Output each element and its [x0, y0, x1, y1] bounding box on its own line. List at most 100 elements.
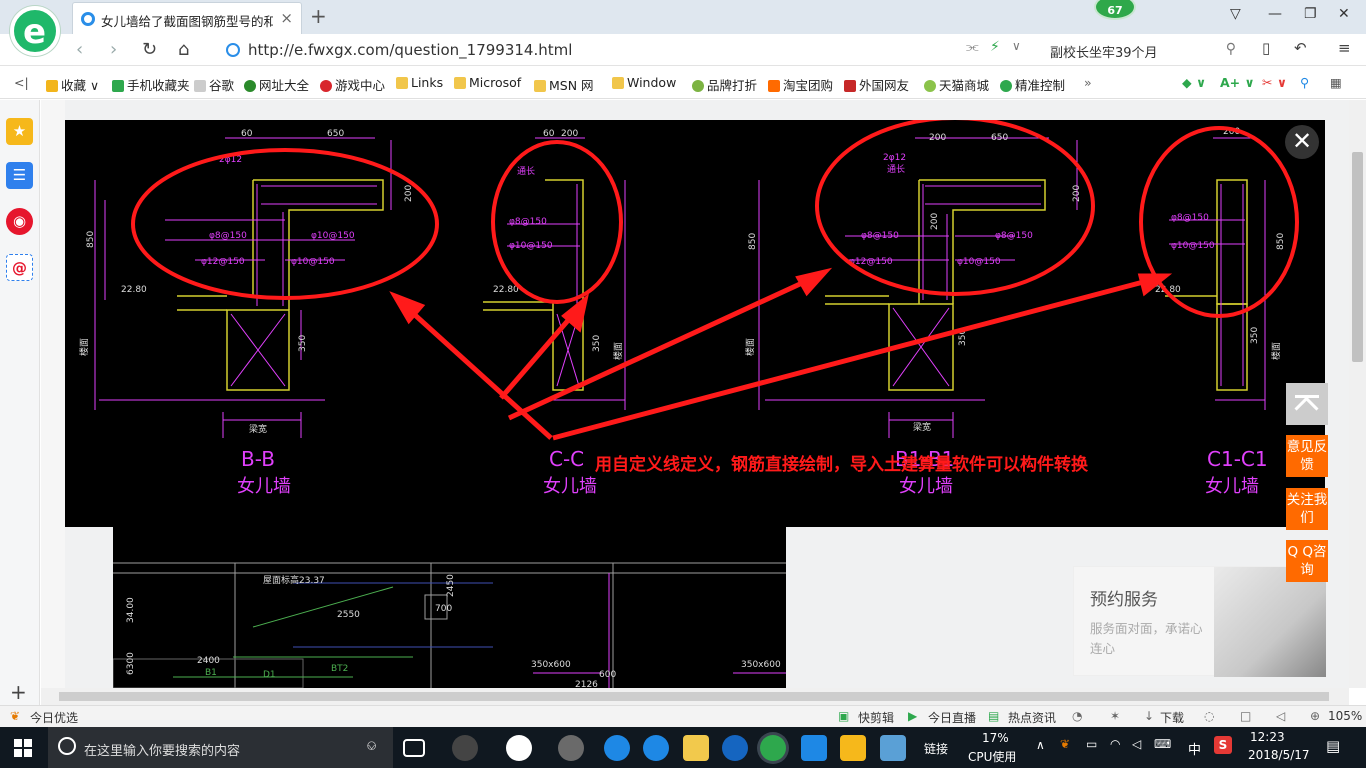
feedback-button[interactable]: 意见反馈 [1286, 435, 1328, 477]
collapse-sidebar-icon[interactable]: <| [14, 75, 29, 90]
speaker-icon[interactable]: ◁ [1132, 737, 1141, 751]
dim-label: 200 [561, 129, 578, 139]
translate-icon[interactable]: A+ ∨ [1220, 75, 1255, 90]
shield-icon[interactable]: ◆ ∨ [1182, 75, 1206, 90]
notes-app-icon[interactable] [840, 735, 866, 761]
scroll-thumb[interactable] [1352, 152, 1363, 362]
scroll-thumb[interactable] [59, 692, 1329, 701]
zoom-level[interactable]: 105% [1328, 709, 1362, 723]
browser-logo-icon[interactable]: e [10, 6, 60, 56]
weibo-icon[interactable]: ◉ [6, 208, 33, 235]
back-to-top-button[interactable] [1286, 383, 1328, 425]
forward-icon[interactable]: › [110, 39, 117, 60]
microphone-icon[interactable]: ⎉ [366, 738, 377, 754]
notification-center-icon[interactable]: ▤ [1326, 737, 1340, 755]
favorites-star-icon[interactable]: ★ [6, 118, 33, 145]
follow-us-button[interactable]: 关注我们 [1286, 488, 1328, 530]
taskbar-search-input[interactable]: 在这里输入你要搜索的内容 ⎉ [48, 727, 393, 768]
chevron-down-icon[interactable]: ∨ [1012, 39, 1021, 53]
chat-app-icon[interactable] [558, 735, 584, 761]
close-window-button[interactable]: ✕ [1338, 6, 1350, 22]
volume-icon[interactable]: ◁ [1276, 709, 1285, 723]
live-link[interactable]: 今日直播 [928, 709, 976, 726]
tab-title: 女儿墙给了截面图钢筋型号的和 [101, 14, 273, 29]
horizontal-scrollbar[interactable] [41, 688, 1349, 705]
fan-app-icon[interactable] [452, 735, 478, 761]
bookmark-item[interactable]: 收藏 ∨ [46, 75, 99, 94]
image-viewer[interactable]: 60 650 200 850 350 22.80 2φ12 φ8@150 φ10… [65, 120, 1325, 527]
undo-icon[interactable]: ↶ [1294, 39, 1307, 57]
ime-indicator[interactable]: 中 [1188, 739, 1201, 758]
keyboard-icon[interactable]: ⌨ [1154, 737, 1171, 751]
home-icon[interactable]: ⌂ [178, 39, 189, 60]
browser-tab[interactable]: 女儿墙给了截面图钢筋型号的和 × [72, 2, 302, 34]
wifi-icon[interactable]: ◠ [1110, 737, 1120, 751]
bookmarks-more-icon[interactable]: » [1084, 75, 1092, 90]
scissors-icon[interactable]: ✂ ∨ [1262, 75, 1287, 90]
notification-badge[interactable]: 67 [1094, 0, 1136, 20]
quick-edit-link[interactable]: 快剪辑 [858, 709, 894, 726]
file-explorer-icon[interactable] [683, 735, 709, 761]
bookmark-item[interactable]: 谷歌 [194, 75, 234, 94]
task-view-icon[interactable] [403, 739, 425, 757]
360-browser-icon[interactable] [760, 735, 786, 761]
bookmark-item[interactable]: 精准控制 [1000, 75, 1065, 94]
restore-button[interactable]: ❐ [1304, 6, 1317, 22]
news-link[interactable]: 热点资讯 [1008, 709, 1056, 726]
clean-icon[interactable]: ◌ [1204, 709, 1214, 723]
magnifier-icon[interactable]: ⚲ [1300, 75, 1309, 90]
minimize-button[interactable]: — [1268, 6, 1282, 22]
refresh-icon[interactable]: ↻ [142, 39, 157, 60]
gift-tray-icon[interactable]: ❦ [1060, 737, 1070, 751]
url-input[interactable]: http://e.fwxgx.com/question_1799314.html [222, 38, 1032, 62]
battery-icon[interactable]: ▭ [1086, 737, 1097, 751]
clock-date[interactable]: 2018/5/17 [1248, 748, 1310, 762]
bookmark-item[interactable]: 淘宝团购 [768, 75, 833, 94]
qq-consult-button[interactable]: Q Q咨询 [1286, 540, 1328, 582]
bookmark-item[interactable]: 外国网友 [844, 75, 909, 94]
email-icon[interactable]: @ [6, 254, 33, 281]
today-picks-link[interactable]: 今日优选 [30, 709, 78, 726]
service-card[interactable]: 预约服务 服务面对面，承诺心连心 [1073, 566, 1326, 677]
search-input[interactable]: 副校长坐牢39个月 ⚲ [1040, 38, 1240, 62]
bookmark-item[interactable]: MSN 网 [534, 75, 594, 94]
share-icon[interactable]: ⫘ [966, 39, 979, 55]
screenshot-app-icon[interactable] [880, 735, 906, 761]
glodon-app-icon[interactable] [722, 735, 748, 761]
bookmark-item[interactable]: 品牌打折 [692, 75, 757, 94]
add-sidebar-button[interactable]: + [10, 680, 27, 704]
menu-icon[interactable]: ≡ [1338, 39, 1351, 57]
pin-icon[interactable]: ✶ [1110, 709, 1120, 723]
windows-start-icon[interactable] [14, 739, 32, 757]
tshirt-icon[interactable]: ▽ [1230, 6, 1241, 22]
close-viewer-button[interactable]: ✕ [1285, 125, 1319, 159]
bookmark-item[interactable]: Window [612, 75, 676, 90]
bookmark-item[interactable]: 天猫商城 [924, 75, 989, 94]
ie-browser-icon[interactable] [506, 735, 532, 761]
tray-chevron-icon[interactable]: ∧ [1036, 738, 1045, 752]
link-toolbar-label[interactable]: 链接 [924, 740, 948, 757]
lower-cad-drawing[interactable]: 34.00 6300 2400 2550 2126 2450 700 600 3… [113, 527, 786, 688]
bookmark-item[interactable]: 手机收藏夹 [112, 75, 190, 94]
tab-close-icon[interactable]: × [280, 9, 293, 27]
bookmark-item[interactable]: 网址大全 [244, 75, 309, 94]
plus-app-icon[interactable] [801, 735, 827, 761]
internet-explorer-icon[interactable] [643, 735, 669, 761]
vertical-scrollbar[interactable] [1349, 100, 1366, 688]
lightning-icon[interactable]: ⚡ [990, 39, 1000, 55]
bookmark-item[interactable]: Microsof [454, 75, 521, 90]
search-icon[interactable]: ⚲ [1226, 41, 1236, 57]
edge-icon[interactable] [604, 735, 630, 761]
bookmark-item[interactable]: Links [396, 75, 443, 90]
back-icon[interactable]: ‹ [76, 39, 83, 60]
clock-time[interactable]: 12:23 [1250, 730, 1285, 744]
bookmark-item[interactable]: 游戏中心 [320, 75, 385, 94]
phone-icon[interactable]: ▯ [1262, 39, 1270, 57]
reading-list-icon[interactable]: ☰ [6, 162, 33, 189]
download-link[interactable]: 下载 [1160, 709, 1184, 726]
grid-icon[interactable]: ▦ [1330, 75, 1342, 90]
window-icon[interactable]: □ [1240, 709, 1251, 723]
new-tab-button[interactable]: + [310, 4, 327, 28]
sogou-ime-icon[interactable]: S [1214, 736, 1232, 754]
speed-icon[interactable]: ◔ [1072, 709, 1082, 723]
